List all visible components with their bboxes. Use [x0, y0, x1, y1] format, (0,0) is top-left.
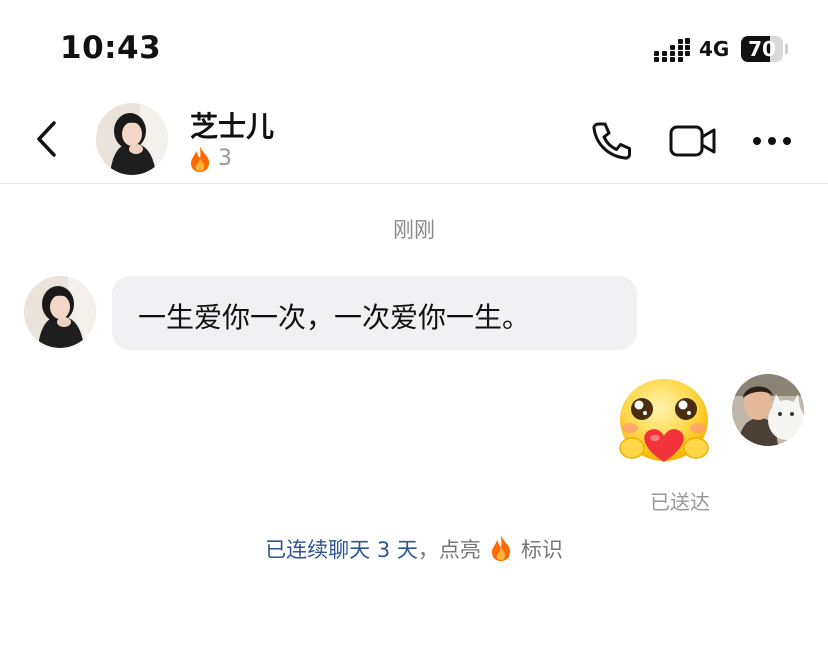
- network-type: 4G: [699, 37, 730, 61]
- incoming-message-text: 一生爱你一次，一次爱你一生。: [138, 301, 531, 334]
- video-camera-icon[interactable]: [668, 123, 718, 159]
- message-timestamp: 刚刚: [393, 218, 435, 242]
- signal-bars-icon: [654, 38, 690, 62]
- delivery-status: 已送达: [650, 490, 710, 514]
- back-chevron-icon[interactable]: [30, 117, 66, 161]
- streak-note-text: ，点亮: [417, 538, 481, 562]
- status-bar: 10:43 4G 70: [0, 0, 828, 90]
- heart-hug-emoji-sticker[interactable]: [612, 376, 716, 468]
- flame-icon: [491, 535, 510, 561]
- my-avatar[interactable]: [732, 374, 804, 446]
- streak-count: 3: [218, 146, 232, 171]
- incoming-avatar[interactable]: [24, 276, 96, 348]
- incoming-message-bubble[interactable]: 一生爱你一次，一次爱你一生。: [112, 276, 637, 350]
- chat-header: 芝士儿 3: [0, 95, 828, 184]
- streak-days-link[interactable]: 已连续聊天 3 天: [265, 538, 418, 562]
- battery-indicator: 70: [741, 36, 789, 62]
- phone-icon[interactable]: [590, 121, 634, 161]
- streak-note-suffix: 标识: [520, 538, 563, 562]
- streak-notice: 已连续聊天 3 天，点亮 标识: [0, 534, 828, 564]
- more-dots-icon[interactable]: [752, 135, 792, 147]
- battery-level: 70: [748, 37, 776, 61]
- status-time: 10:43: [60, 30, 162, 66]
- contact-name[interactable]: 芝士儿: [190, 105, 274, 145]
- flame-icon: [191, 146, 210, 172]
- contact-avatar[interactable]: [96, 103, 168, 175]
